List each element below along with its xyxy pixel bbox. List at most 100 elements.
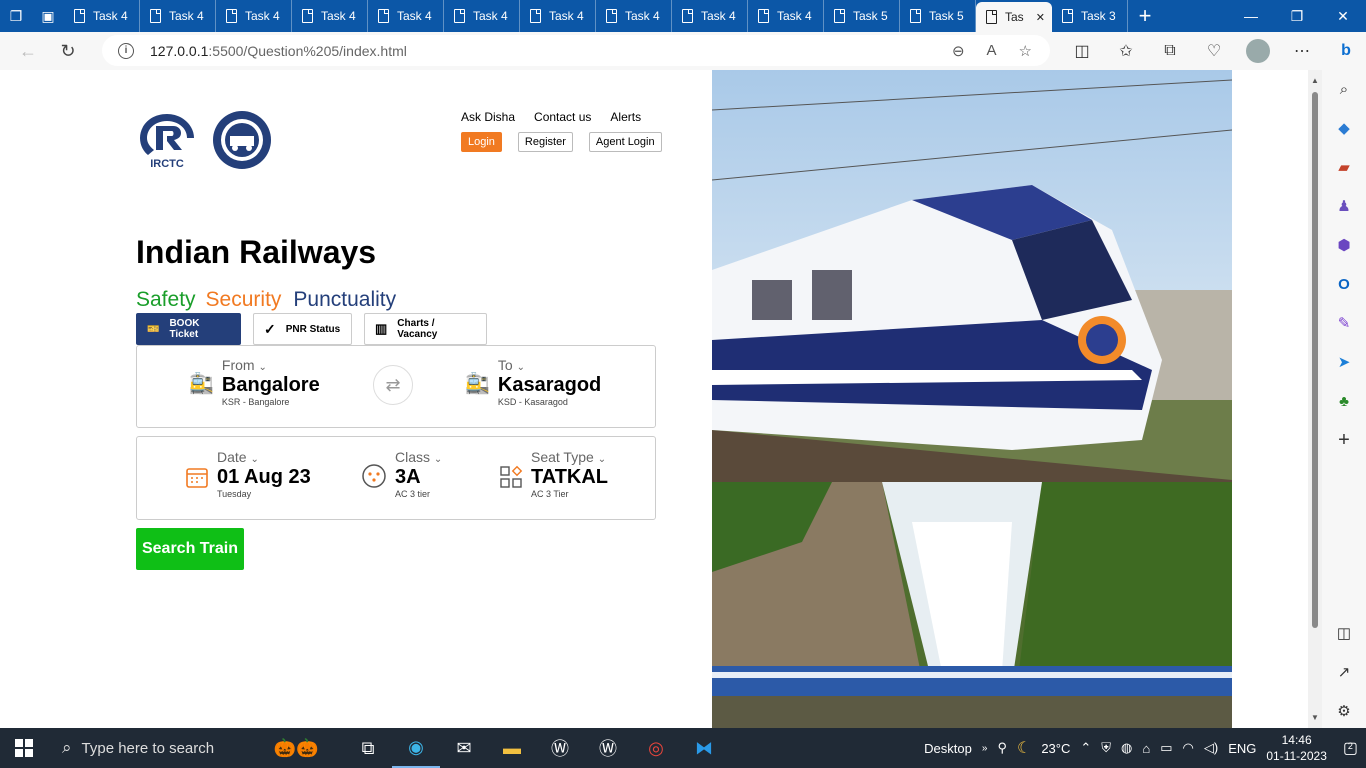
copilot-app-icon[interactable]: ⬢ (1333, 234, 1355, 256)
chrome-icon[interactable]: ◎ (632, 728, 680, 768)
scroll-down-arrow-icon[interactable]: ▼ (1311, 713, 1319, 722)
performance-icon[interactable]: ♡ (1192, 32, 1236, 70)
register-button[interactable]: Register (517, 132, 573, 152)
tab-pnr-status[interactable]: ✓ PNR Status (253, 313, 352, 345)
shield-icon[interactable]: ⛨ (1101, 740, 1111, 756)
split-screen-icon[interactable]: ◫ (1060, 32, 1104, 70)
sidebar-toggle-icon[interactable]: ◫ (1333, 622, 1355, 644)
tree-icon[interactable]: ♣ (1333, 390, 1355, 412)
wordpress-2-icon[interactable]: Ⓦ (584, 728, 632, 768)
profile-avatar[interactable] (1246, 39, 1270, 63)
tab-book-ticket[interactable]: 🎫 BOOK Ticket (136, 313, 241, 345)
contact-us-link[interactable]: Contact us (534, 110, 591, 124)
ask-disha-link[interactable]: Ask Disha (461, 110, 515, 124)
browser-tab[interactable]: Tas ✕ (976, 2, 1052, 32)
search-train-button[interactable]: Search Train (136, 528, 244, 570)
open-external-icon[interactable]: ↗ (1333, 661, 1355, 683)
class-field[interactable]: Class ⌄ 3A AC 3 tier (361, 449, 442, 499)
close-window-button[interactable]: ✕ (1320, 0, 1366, 32)
language-indicator[interactable]: ENG (1228, 741, 1256, 756)
refresh-button[interactable]: ↻ (48, 32, 88, 70)
toolbox-icon[interactable]: ▰ (1333, 156, 1355, 178)
from-field[interactable]: 🚉 From ⌄ Bangalore KSR - Bangalore (189, 357, 320, 407)
browser-tab[interactable]: Task 4 (520, 0, 596, 32)
swap-stations-button[interactable]: ⇄ (373, 365, 413, 405)
browser-tab-label: Task 4 (701, 9, 736, 23)
discord-icon[interactable]: ◍ (1121, 740, 1132, 756)
browser-tab[interactable]: Task 4 (596, 0, 672, 32)
games-chess-icon[interactable]: ♟ (1333, 195, 1355, 217)
scroll-up-arrow-icon[interactable]: ▲ (1311, 76, 1319, 85)
wordpress-icon[interactable]: Ⓦ (536, 728, 584, 768)
alerts-link[interactable]: Alerts (610, 110, 641, 124)
browser-tab[interactable]: Task 4 (672, 0, 748, 32)
browser-tab[interactable]: Task 4 (140, 0, 216, 32)
browser-tab-label: Task 4 (473, 9, 508, 23)
mail-icon[interactable]: ✉ (440, 728, 488, 768)
site-info-icon[interactable]: i (118, 42, 134, 59)
file-explorer-icon[interactable]: ▬ (488, 728, 536, 768)
people-icon[interactable]: ⚲ (997, 740, 1007, 756)
shopping-tag-icon[interactable]: ◆ (1333, 117, 1355, 139)
notifications-icon[interactable]: ▢ 2 (1343, 738, 1358, 758)
tagline: Safety Security Punctuality (136, 288, 396, 312)
search-icon[interactable]: ⌕ (1333, 78, 1355, 100)
designer-icon[interactable]: ✎ (1333, 312, 1355, 334)
browser-tab[interactable]: Task 4 (748, 0, 824, 32)
edge-browser-icon[interactable]: ◉ (392, 728, 440, 768)
train-station-icon: 🚉 (465, 373, 490, 395)
date-field[interactable]: Date ⌄ 01 Aug 23 Tuesday (185, 449, 311, 499)
browser-tab[interactable]: Task 4 (368, 0, 444, 32)
scrollbar-thumb[interactable] (1312, 92, 1318, 628)
chevron-double-icon[interactable]: » (982, 743, 988, 754)
check-icon: ✓ (264, 320, 276, 337)
more-menu-icon[interactable]: ⋯ (1280, 32, 1324, 70)
close-tab-icon[interactable]: ✕ (1036, 11, 1045, 24)
show-hidden-icons-icon[interactable]: ⌃ (1080, 740, 1091, 756)
task-view-icon[interactable]: ⧉ (344, 728, 392, 768)
wifi-icon[interactable]: ◠ (1183, 740, 1194, 756)
add-sidebar-app-icon[interactable]: + (1333, 429, 1355, 451)
clock[interactable]: 14:46 01-11-2023 (1266, 732, 1327, 764)
tab-actions-icon[interactable]: ▣ (32, 0, 64, 32)
collections-icon[interactable]: ⧉ (1148, 32, 1192, 70)
read-aloud-icon[interactable]: A (987, 42, 997, 59)
temperature[interactable]: 23°C (1041, 741, 1070, 756)
drop-send-icon[interactable]: ➤ (1333, 351, 1355, 373)
favorite-star-icon[interactable]: ☆ (1019, 42, 1032, 60)
to-field[interactable]: 🚉 To ⌄ Kasaragod KSD - Kasaragod (465, 357, 601, 407)
page-scrollbar[interactable]: ▲ ▼ (1308, 70, 1322, 728)
windows-start-icon[interactable] (0, 728, 48, 768)
outlook-icon[interactable]: O (1333, 273, 1355, 295)
agent-login-button[interactable]: Agent Login (588, 132, 662, 152)
browser-tab[interactable]: Task 4 (216, 0, 292, 32)
document-icon (530, 9, 541, 23)
copilot-icon[interactable]: b (1324, 32, 1366, 70)
seat-type-grid-icon (500, 465, 523, 488)
network-icon[interactable]: ⌂ (1142, 741, 1150, 756)
browser-tab[interactable]: Task 4 (444, 0, 520, 32)
new-tab-button[interactable]: + (1128, 0, 1162, 32)
browser-tab[interactable]: Task 4 (292, 0, 368, 32)
favorites-icon[interactable]: ✩ (1104, 32, 1148, 70)
workspaces-icon[interactable]: ❐ (0, 0, 32, 32)
seat-type-field[interactable]: Seat Type ⌄ TATKAL AC 3 Tier (499, 449, 608, 499)
url-field[interactable]: i 127.0.0.1:5500/Question%205/index.html… (102, 35, 1050, 66)
settings-gear-icon[interactable]: ⚙ (1333, 700, 1355, 722)
taskbar-search-box[interactable]: ⌕ Type here to search (48, 728, 248, 768)
browser-tab[interactable]: Task 3 (1052, 0, 1128, 32)
login-button[interactable]: Login (461, 132, 502, 152)
battery-icon[interactable]: ▭ (1160, 740, 1172, 756)
back-button[interactable]: ← (8, 32, 48, 70)
desktop-label[interactable]: Desktop (924, 741, 972, 756)
tab-charts-vacancy[interactable]: ▥ Charts / Vacancy (364, 313, 487, 345)
vscode-icon[interactable]: ⧓ (680, 728, 728, 768)
browser-tab[interactable]: Task 5 (824, 0, 900, 32)
halloween-pumpkins-icon[interactable]: 🎃🎃 (248, 728, 344, 768)
volume-icon[interactable]: ◁) (1204, 740, 1218, 756)
browser-tab[interactable]: Task 4 (64, 0, 140, 32)
zoom-icon[interactable]: ⊖ (952, 42, 965, 60)
minimize-button[interactable]: — (1228, 0, 1274, 32)
browser-tab[interactable]: Task 5 (900, 0, 976, 32)
restore-button[interactable]: ❐ (1274, 0, 1320, 32)
